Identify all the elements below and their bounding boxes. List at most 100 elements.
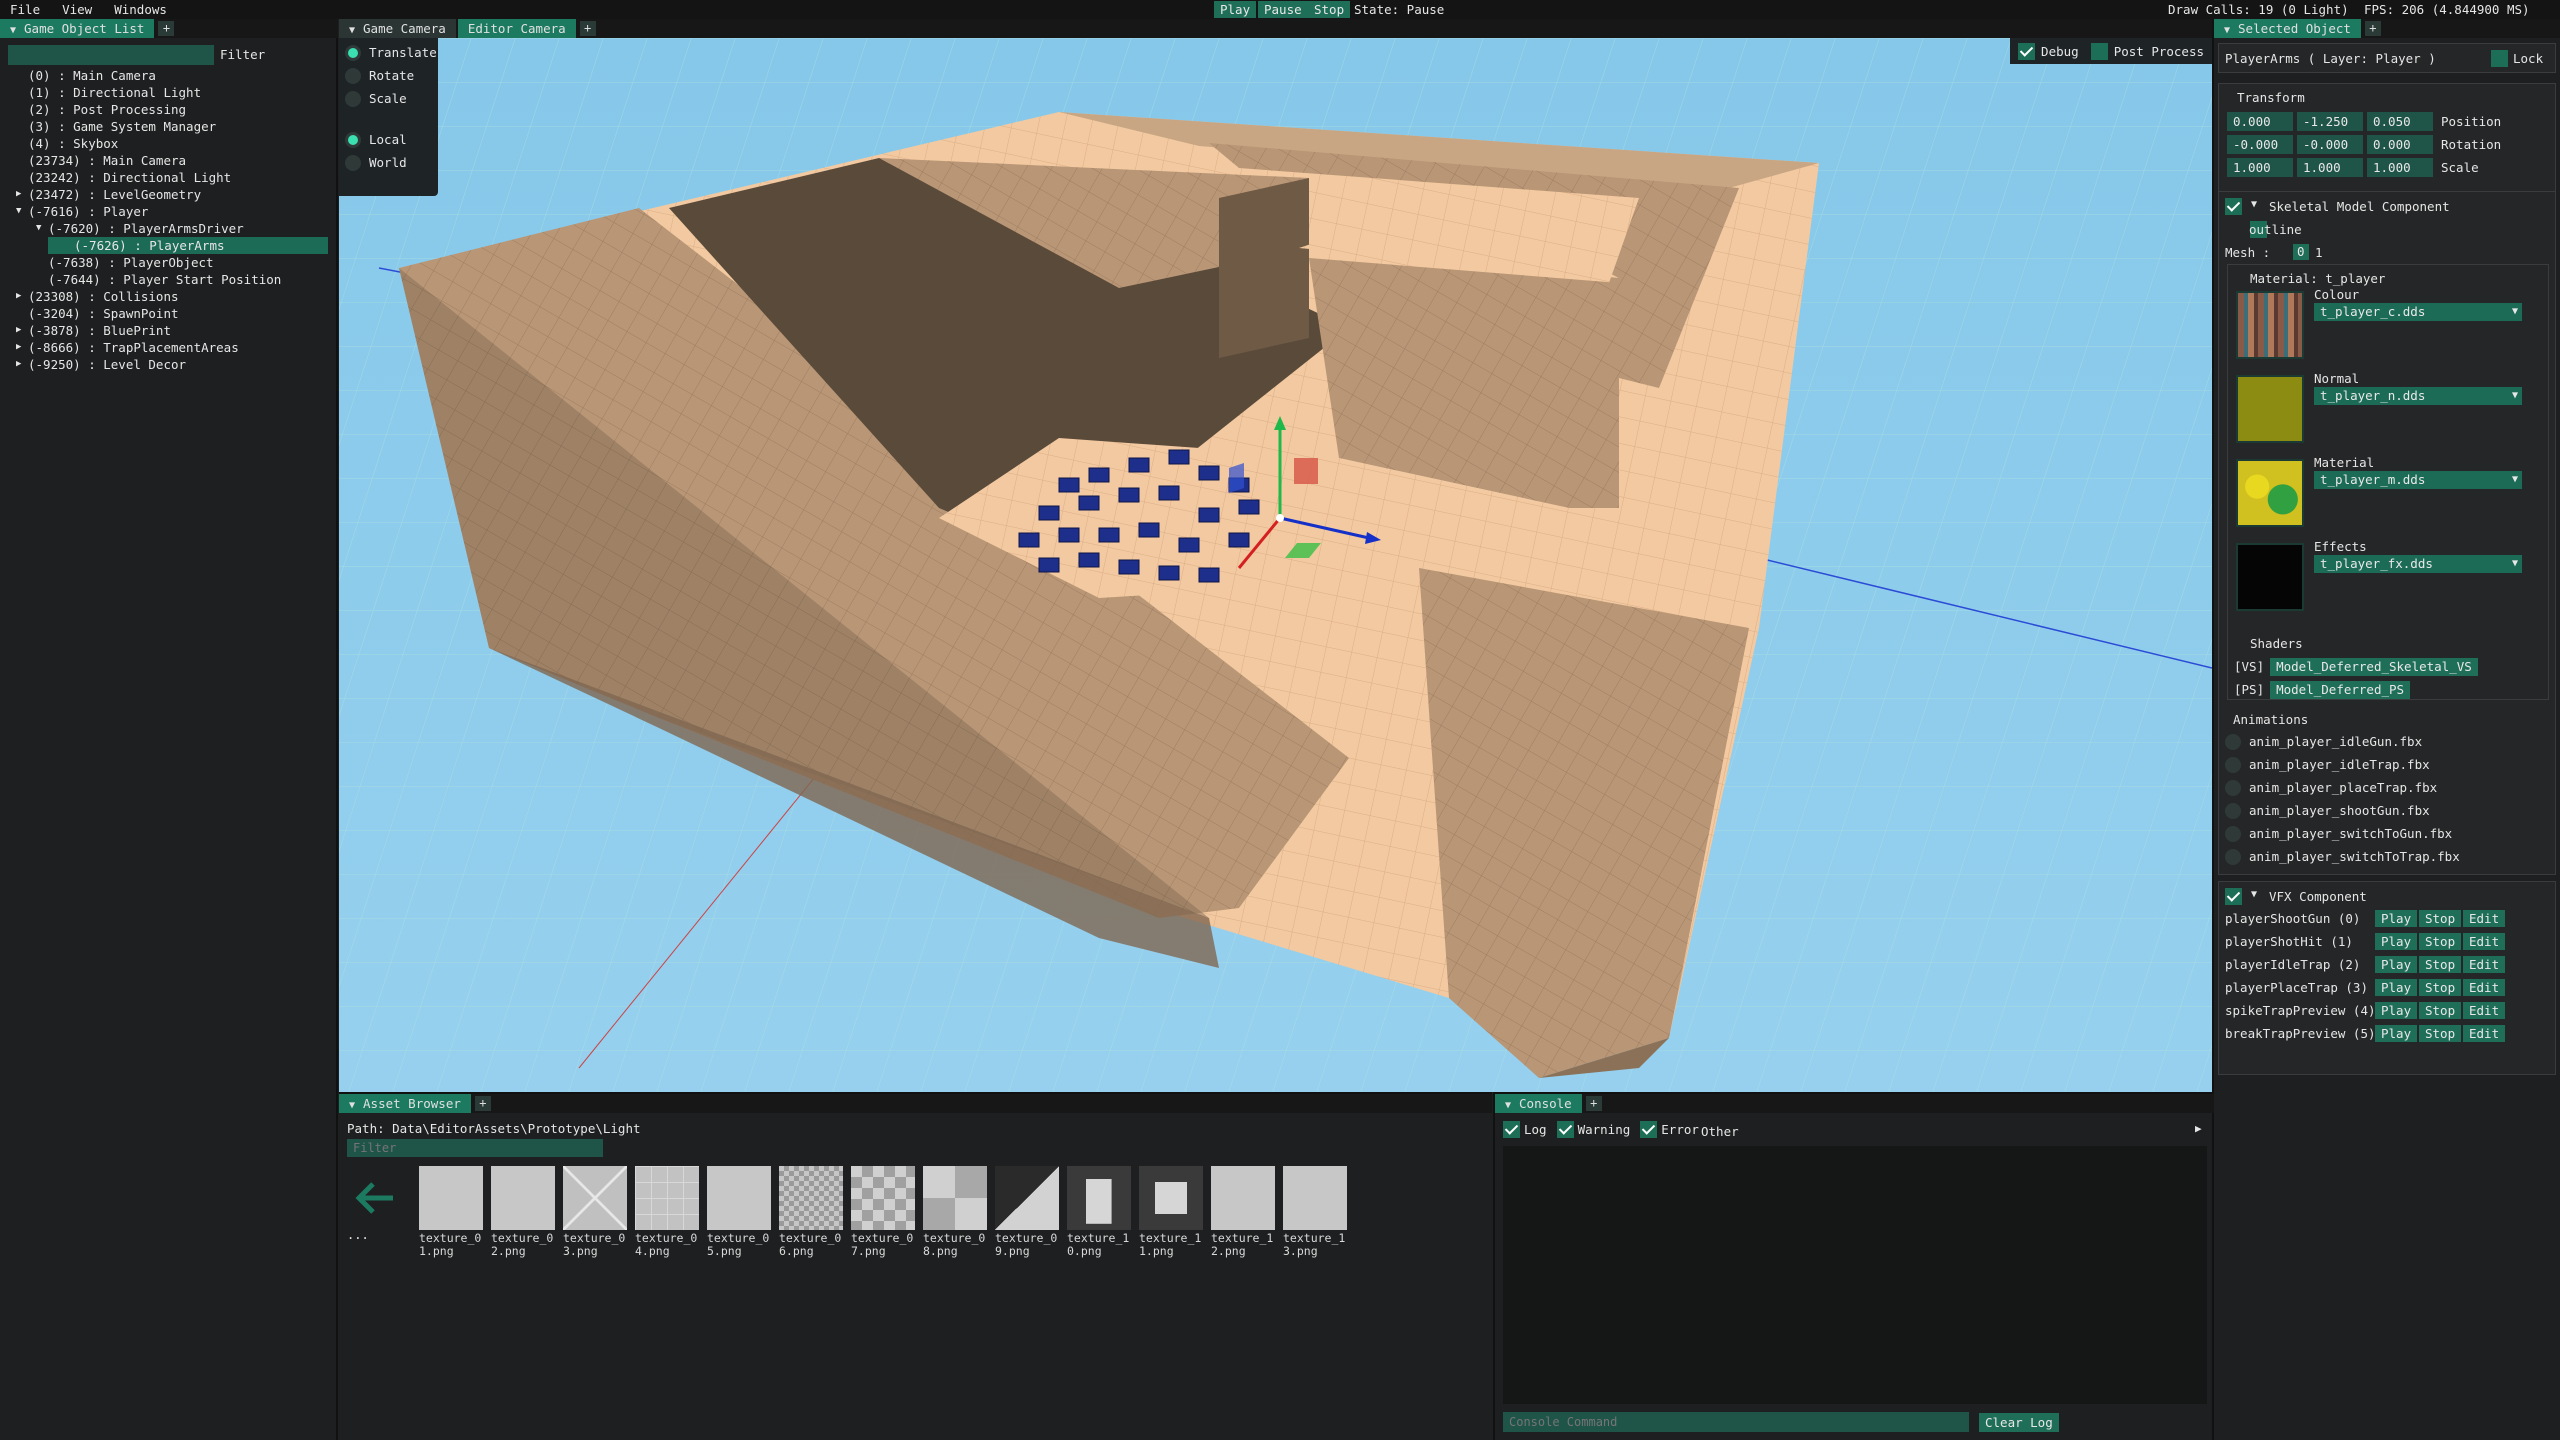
space-world[interactable]: World (339, 151, 438, 174)
error-filter-checkbox[interactable] (1640, 1121, 1658, 1138)
menu-windows[interactable]: Windows (114, 0, 167, 19)
tree-item[interactable]: ▶ (-9250) : Level Decor (0, 356, 330, 373)
animation-item[interactable]: anim_player_idleGun.fbx (2225, 730, 2549, 753)
vfx-enabled-checkbox[interactable] (2225, 888, 2242, 905)
animation-radio[interactable] (2225, 733, 2241, 750)
rotation-x-field[interactable]: -0.000 (2227, 135, 2293, 154)
tab-game-object-list[interactable]: ▼ Game Object List (0, 19, 155, 40)
vfx-edit-button[interactable]: Edit (2463, 979, 2506, 996)
expand-arrow-icon[interactable]: ▶ (16, 322, 21, 339)
vfx-stop-button[interactable]: Stop (2419, 933, 2462, 950)
panel-menu-icon[interactable]: ▼ (1505, 1096, 1511, 1115)
effects-texture-select[interactable]: t_player_fx.dds ▼ (2314, 555, 2522, 573)
collapse-arrow-icon[interactable]: ▼ (16, 203, 21, 220)
animation-item[interactable]: anim_player_switchToTrap.fbx (2225, 845, 2549, 868)
animation-item[interactable]: anim_player_placeTrap.fbx (2225, 776, 2549, 799)
animation-radio[interactable] (2225, 756, 2241, 773)
tree-item[interactable]: (23734) : Main Camera (0, 152, 330, 169)
rotation-y-field[interactable]: -0.000 (2297, 135, 2363, 154)
animation-item[interactable]: anim_player_idleTrap.fbx (2225, 753, 2549, 776)
menu-view[interactable]: View (62, 0, 92, 19)
asset-item[interactable]: texture_0 6.png (779, 1166, 843, 1286)
panel-menu-icon[interactable]: ▼ (349, 1096, 355, 1115)
tree-item[interactable]: (-7644) : Player Start Position (0, 271, 330, 288)
tree-item[interactable]: (-7638) : PlayerObject (0, 254, 330, 271)
tree-item[interactable]: ▶ (23472) : LevelGeometry (0, 186, 330, 203)
vfx-stop-button[interactable]: Stop (2419, 910, 2462, 927)
asset-item[interactable]: texture_1 0.png (1067, 1166, 1131, 1286)
animation-item[interactable]: anim_player_shootGun.fbx (2225, 799, 2549, 822)
scale-x-field[interactable]: 1.000 (2227, 158, 2293, 177)
mesh-0-button[interactable]: 0 (2293, 244, 2309, 260)
add-tab-button[interactable]: + (1585, 1096, 1602, 1111)
expand-arrow-icon[interactable]: ▶ (16, 288, 21, 305)
effects-texture-thumbnail[interactable] (2236, 543, 2304, 611)
hierarchy-filter-input[interactable] (8, 45, 214, 65)
asset-item[interactable]: texture_1 1.png (1139, 1166, 1203, 1286)
skeletal-enabled-checkbox[interactable] (2225, 198, 2242, 215)
tab-console[interactable]: ▼ Console (1495, 1094, 1582, 1113)
vfx-edit-button[interactable]: Edit (2463, 956, 2506, 973)
warning-filter-checkbox[interactable] (1556, 1121, 1574, 1138)
vfx-play-button[interactable]: Play (2375, 1025, 2418, 1042)
animation-radio[interactable] (2225, 825, 2241, 842)
tree-item[interactable]: (-3204) : SpawnPoint (0, 305, 330, 322)
animation-radio[interactable] (2225, 779, 2241, 796)
vfx-stop-button[interactable]: Stop (2419, 956, 2462, 973)
collapse-arrow-icon[interactable]: ▼ (36, 220, 41, 237)
collapse-arrow-icon[interactable]: ▼ (2251, 889, 2257, 900)
tree-item[interactable]: (0) : Main Camera (0, 67, 330, 84)
vfx-play-button[interactable]: Play (2375, 956, 2418, 973)
tab-game-camera[interactable]: ▼ Game Camera (339, 19, 456, 38)
asset-item[interactable]: texture_0 9.png (995, 1166, 1059, 1286)
asset-item[interactable]: texture_0 8.png (923, 1166, 987, 1286)
tree-item[interactable]: (4) : Skybox (0, 135, 330, 152)
scale-y-field[interactable]: 1.000 (2297, 158, 2363, 177)
gizmo-mode-rotate[interactable]: Rotate (339, 64, 438, 87)
animation-radio[interactable] (2225, 802, 2241, 819)
asset-filter-input[interactable] (347, 1139, 603, 1157)
colour-texture-thumbnail[interactable] (2236, 291, 2304, 359)
play-button[interactable]: Play (1214, 1, 1257, 18)
vfx-play-button[interactable]: Play (2375, 933, 2418, 950)
material-texture-thumbnail[interactable] (2236, 459, 2304, 527)
rotation-z-field[interactable]: 0.000 (2367, 135, 2433, 154)
vfx-edit-button[interactable]: Edit (2463, 1025, 2506, 1042)
collapse-arrow-icon[interactable]: ▼ (2251, 199, 2257, 210)
tree-item[interactable]: (2) : Post Processing (0, 101, 330, 118)
debug-checkbox[interactable] (2018, 42, 2036, 60)
clear-log-button[interactable]: Clear Log (1979, 1413, 2059, 1432)
vfx-stop-button[interactable]: Stop (2419, 979, 2462, 996)
asset-item[interactable]: texture_0 7.png (851, 1166, 915, 1286)
lock-checkbox[interactable] (2491, 50, 2508, 67)
other-filter[interactable]: Other (1701, 1124, 1739, 1139)
asset-item[interactable]: texture_1 2.png (1211, 1166, 1275, 1286)
panel-menu-icon[interactable]: ▼ (2224, 21, 2230, 40)
tree-item[interactable]: (3) : Game System Manager (0, 118, 330, 135)
log-filter-checkbox[interactable] (1503, 1121, 1520, 1138)
panel-menu-icon[interactable]: ▼ (10, 21, 16, 40)
vfx-edit-button[interactable]: Edit (2463, 910, 2506, 927)
expand-arrow-icon[interactable]: ▶ (16, 339, 21, 356)
asset-item[interactable]: texture_0 2.png (491, 1166, 555, 1286)
tree-item[interactable]: ▶ (-3878) : BluePrint (0, 322, 330, 339)
position-y-field[interactable]: -1.250 (2297, 112, 2363, 131)
asset-item[interactable]: texture_0 3.png (563, 1166, 627, 1286)
asset-item[interactable]: texture_1 3.png (1283, 1166, 1347, 1286)
tree-item[interactable]: ▼ (-7620) : PlayerArmsDriver (0, 220, 330, 237)
expand-arrow-icon[interactable]: ▶ (16, 356, 21, 373)
normal-texture-thumbnail[interactable] (2236, 375, 2304, 443)
animation-item[interactable]: anim_player_switchToGun.fbx (2225, 822, 2549, 845)
add-tab-button[interactable]: + (474, 1096, 491, 1111)
tab-asset-browser[interactable]: ▼ Asset Browser (339, 1094, 471, 1113)
vfx-play-button[interactable]: Play (2375, 1002, 2418, 1019)
console-command-input[interactable] (1503, 1412, 1969, 1432)
tree-item[interactable]: (-7626) : PlayerArms (48, 237, 328, 254)
tree-item[interactable]: ▶ (-8666) : TrapPlacementAreas (0, 339, 330, 356)
asset-item[interactable]: texture_0 4.png (635, 1166, 699, 1286)
tab-editor-camera[interactable]: Editor Camera (457, 19, 576, 38)
asset-item[interactable]: texture_0 1.png (419, 1166, 483, 1286)
scene-view[interactable] (339, 38, 2212, 1092)
add-tab-button[interactable]: + (158, 21, 175, 36)
post-process-checkbox[interactable] (2090, 42, 2108, 60)
